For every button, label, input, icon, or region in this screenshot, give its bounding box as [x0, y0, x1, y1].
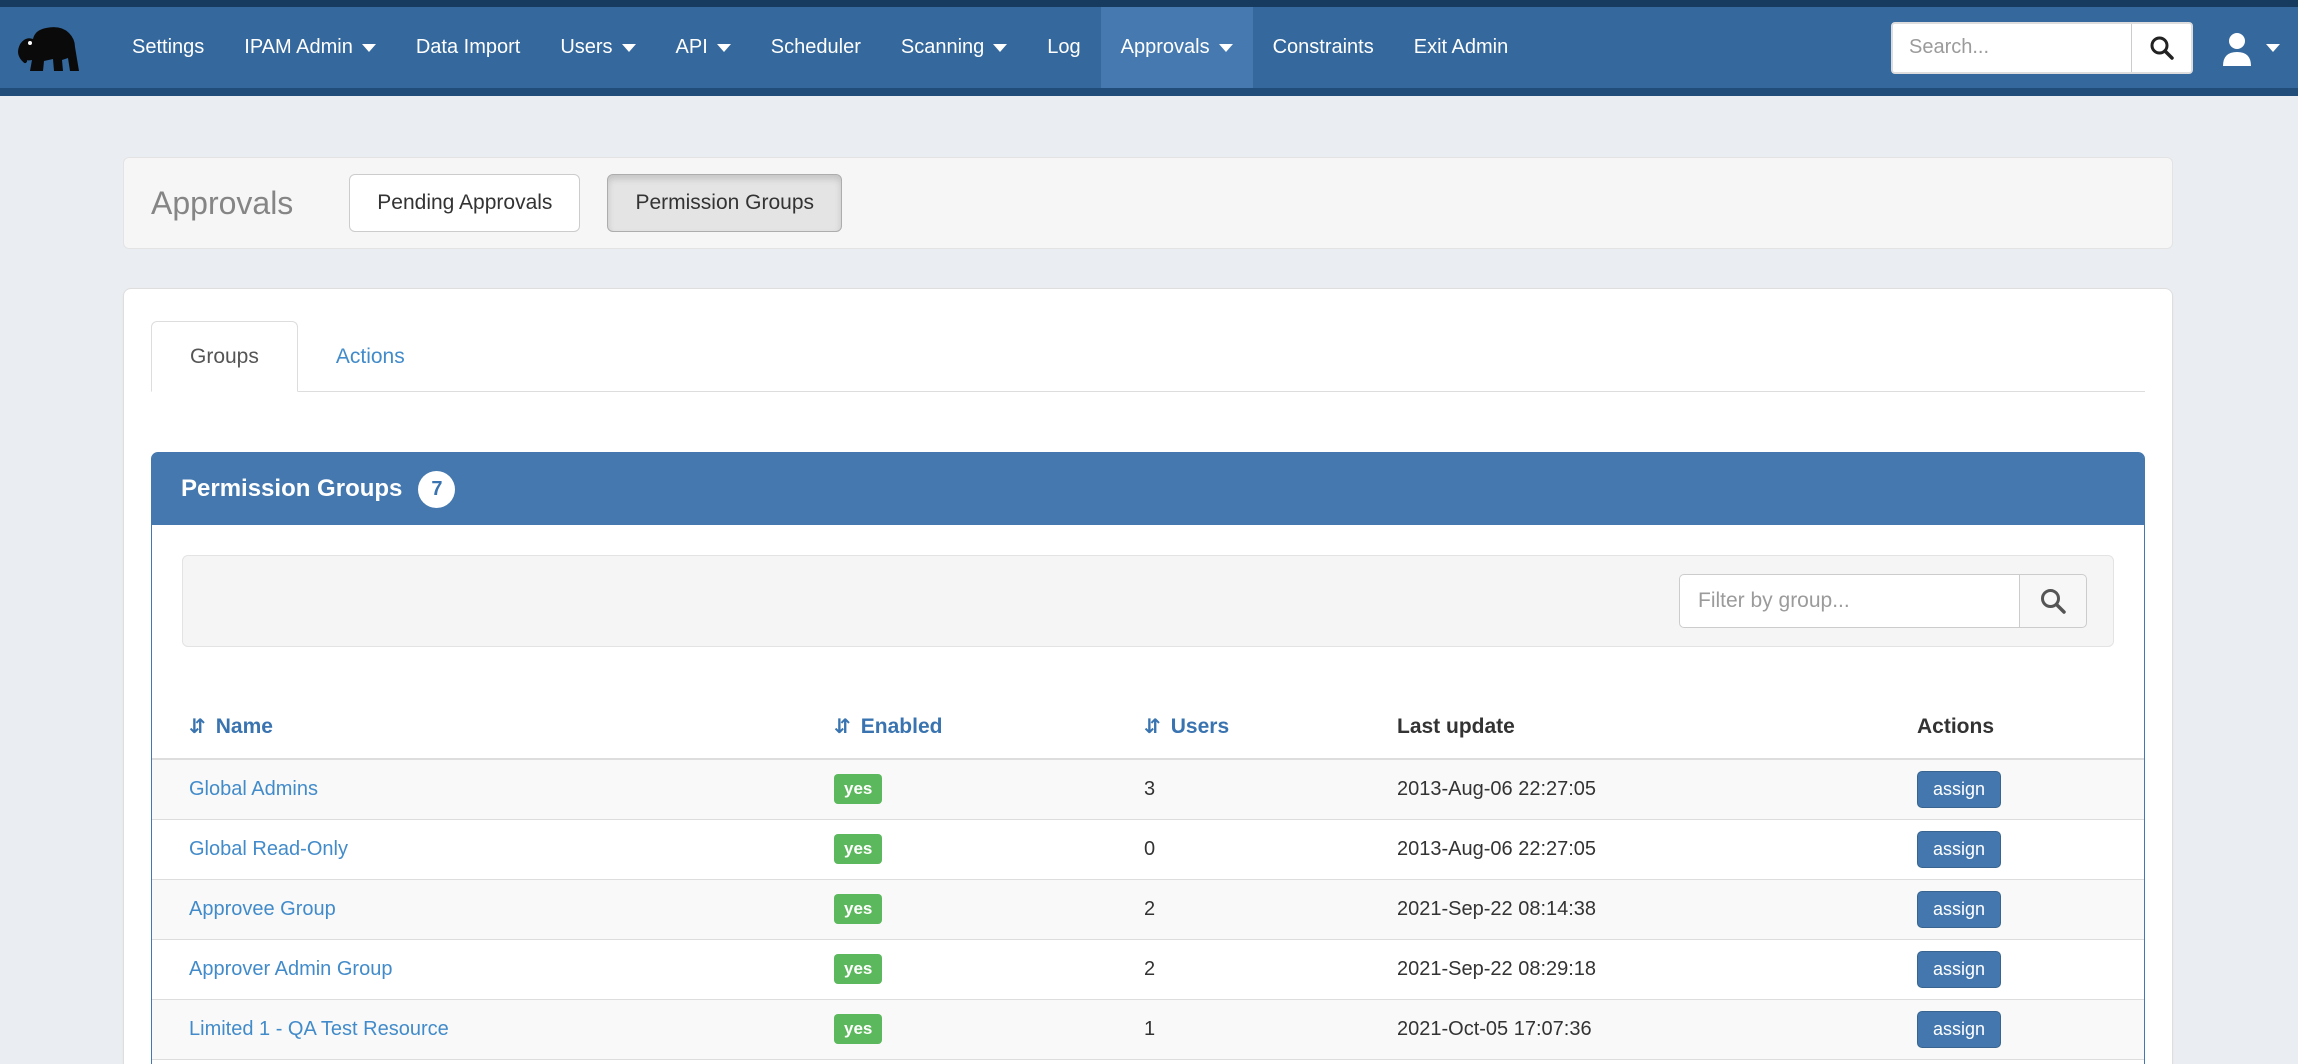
- tab-groups[interactable]: Groups: [151, 321, 298, 392]
- users-count: 2: [1107, 939, 1360, 999]
- group-name-link[interactable]: Global Admins: [189, 778, 318, 800]
- nav-item-ipam-admin[interactable]: IPAM Admin: [224, 7, 396, 88]
- sort-icon: ⇵: [189, 714, 206, 738]
- table-row: Approver Admin Group yes 2 2021-Sep-22 0…: [152, 939, 2144, 999]
- last-update: 2021-Oct-05 17:07:36: [1360, 999, 1880, 1059]
- search-icon: [2149, 35, 2175, 61]
- table-header-row: ⇵Name ⇵Enabled ⇵Users Last update Action…: [152, 695, 2144, 759]
- search-input[interactable]: [1893, 24, 2131, 72]
- group-count-badge: 7: [418, 471, 455, 508]
- phpipam-logo[interactable]: [0, 7, 112, 88]
- assign-button[interactable]: assign: [1917, 771, 2001, 808]
- nav-item-approvals[interactable]: Approvals: [1101, 7, 1253, 88]
- permission-groups-panel: Permission Groups 7 ⇵Name ⇵Enable: [151, 452, 2145, 1064]
- chevron-down-icon: [622, 44, 636, 52]
- group-name-link[interactable]: Global Read-Only: [189, 838, 348, 860]
- enabled-badge: yes: [834, 1014, 882, 1044]
- column-header-name[interactable]: ⇵Name: [152, 695, 797, 759]
- enabled-badge: yes: [834, 774, 882, 804]
- assign-button[interactable]: assign: [1917, 951, 2001, 988]
- panel-body: ⇵Name ⇵Enabled ⇵Users Last update Action…: [152, 525, 2144, 1064]
- nav-item-exit-admin[interactable]: Exit Admin: [1394, 7, 1528, 88]
- table-row: Global Admins yes 3 2013-Aug-06 22:27:05…: [152, 759, 2144, 819]
- elephant-logo-icon: [14, 17, 84, 79]
- column-header-users[interactable]: ⇵Users: [1107, 695, 1360, 759]
- permission-groups-button[interactable]: Permission Groups: [607, 174, 842, 232]
- users-count: 3: [1107, 759, 1360, 819]
- enabled-badge: yes: [834, 894, 882, 924]
- global-search: [1891, 22, 2193, 74]
- chevron-down-icon: [362, 44, 376, 52]
- sort-icon: ⇵: [834, 714, 851, 738]
- chevron-down-icon: [2266, 44, 2280, 52]
- column-header-enabled[interactable]: ⇵Enabled: [797, 695, 1107, 759]
- permission-groups-table: ⇵Name ⇵Enabled ⇵Users Last update Action…: [152, 695, 2144, 1060]
- group-name-link[interactable]: Approvee Group: [189, 898, 336, 920]
- group-name-link[interactable]: Approver Admin Group: [189, 958, 392, 980]
- user-menu[interactable]: [2217, 28, 2280, 68]
- enabled-badge: yes: [834, 954, 882, 984]
- nav-item-data-import[interactable]: Data Import: [396, 7, 540, 88]
- tab-bar: Groups Actions: [151, 321, 2145, 392]
- chevron-down-icon: [993, 44, 1007, 52]
- enabled-badge: yes: [834, 834, 882, 864]
- last-update: 2021-Sep-22 08:29:18: [1360, 939, 1880, 999]
- table-row: Approvee Group yes 2 2021-Sep-22 08:14:3…: [152, 879, 2144, 939]
- assign-button[interactable]: assign: [1917, 831, 2001, 868]
- chevron-down-icon: [717, 44, 731, 52]
- filter-search-button[interactable]: [2019, 574, 2087, 628]
- column-header-actions: Actions: [1880, 695, 2144, 759]
- main-content-panel: Groups Actions Permission Groups 7: [123, 288, 2173, 1064]
- nav-item-users[interactable]: Users: [540, 7, 655, 88]
- last-update: 2013-Aug-06 22:27:05: [1360, 759, 1880, 819]
- nav-item-settings[interactable]: Settings: [112, 7, 224, 88]
- search-icon: [2039, 587, 2067, 615]
- assign-button[interactable]: assign: [1917, 891, 2001, 928]
- sort-icon: ⇵: [1144, 714, 1161, 738]
- filter-toolbar: [182, 555, 2114, 647]
- table-row: Limited 1 - QA Test Resource yes 1 2021-…: [152, 999, 2144, 1059]
- column-header-last-update: Last update: [1360, 695, 1880, 759]
- nav-item-scheduler[interactable]: Scheduler: [751, 7, 881, 88]
- filter-input[interactable]: [1679, 574, 2019, 628]
- last-update: 2021-Sep-22 08:14:38: [1360, 879, 1880, 939]
- users-count: 0: [1107, 819, 1360, 879]
- assign-button[interactable]: assign: [1917, 1011, 2001, 1048]
- tab-actions[interactable]: Actions: [298, 321, 443, 392]
- last-update: 2013-Aug-06 22:27:05: [1360, 819, 1880, 879]
- user-icon: [2217, 28, 2257, 68]
- group-name-link[interactable]: Limited 1 - QA Test Resource: [189, 1018, 449, 1040]
- nav-item-api[interactable]: API: [656, 7, 751, 88]
- navbar-right: [1891, 7, 2298, 88]
- nav-item-scanning[interactable]: Scanning: [881, 7, 1027, 88]
- page-header: Approvals Pending Approvals Permission G…: [123, 157, 2173, 249]
- page-title: Approvals: [151, 185, 293, 222]
- panel-title: Permission Groups: [181, 475, 402, 503]
- users-count: 1: [1107, 999, 1360, 1059]
- users-count: 2: [1107, 879, 1360, 939]
- panel-header: Permission Groups 7: [152, 453, 2144, 525]
- navbar-menu: Settings IPAM Admin Data Import Users AP…: [112, 7, 1528, 88]
- search-button[interactable]: [2131, 24, 2191, 72]
- chevron-down-icon: [1219, 44, 1233, 52]
- nav-item-constraints[interactable]: Constraints: [1253, 7, 1394, 88]
- nav-item-log[interactable]: Log: [1027, 7, 1100, 88]
- top-navbar: Settings IPAM Admin Data Import Users AP…: [0, 0, 2298, 96]
- pending-approvals-button[interactable]: Pending Approvals: [349, 174, 580, 232]
- table-row: Global Read-Only yes 0 2013-Aug-06 22:27…: [152, 819, 2144, 879]
